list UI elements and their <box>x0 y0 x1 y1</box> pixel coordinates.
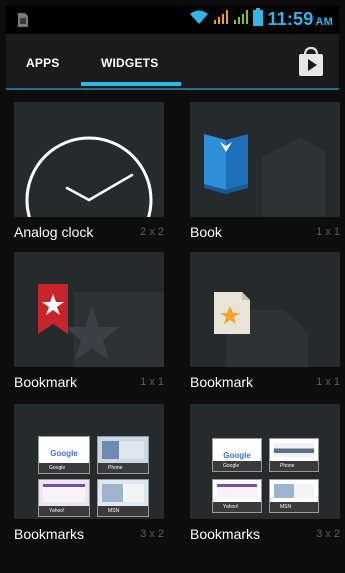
widgets-grid: Analog clock 2 x 2 Book 1 x 1 Bookmark 1… <box>6 92 340 573</box>
tab-apps[interactable]: APPS <box>26 56 59 70</box>
bookmark-thumb-phone: Phone <box>97 436 149 474</box>
widget-name: Bookmarks <box>14 526 85 542</box>
book-icon <box>204 134 248 194</box>
widget-size: 1 x 1 <box>140 376 164 388</box>
signal-green-icon <box>233 9 249 30</box>
tab-bar: APPS WIDGETS <box>6 34 339 90</box>
status-clock: 11:59 AM <box>267 9 333 30</box>
widget-name: Bookmark <box>190 374 254 390</box>
widget-name: Book <box>190 224 222 240</box>
play-store-button[interactable] <box>297 46 325 78</box>
bookmark-thumb-msn: MSN <box>97 479 149 517</box>
widget-name: Analog clock <box>14 224 94 240</box>
bookmark-thumb-msn: MSN <box>269 479 319 513</box>
widget-size: 3 x 2 <box>140 528 164 540</box>
widget-analog-clock[interactable]: Analog clock 2 x 2 <box>14 102 164 247</box>
widget-name: Bookmark <box>14 374 78 390</box>
widget-preview: Google Google Phone Yahoo! MSN <box>190 404 340 519</box>
widget-size: 1 x 1 <box>316 376 340 388</box>
widget-preview <box>14 102 164 217</box>
status-bar: 11:59 AM <box>6 6 339 34</box>
widget-bookmark[interactable]: Bookmark 1 x 1 <box>14 252 164 397</box>
widget-bookmark-page[interactable]: Bookmark 1 x 1 <box>190 252 340 397</box>
play-store-icon <box>299 46 323 76</box>
widget-bookmarks[interactable]: Google Google Phone Yahoo! MSN Bookmarks… <box>190 404 340 549</box>
bookmark-thumb-google: Google Google <box>212 438 262 472</box>
widget-book[interactable]: Book 1 x 1 <box>190 102 340 247</box>
tab-widgets[interactable]: WIDGETS <box>101 56 158 70</box>
tab-selected-indicator <box>81 82 181 86</box>
analog-clock-icon <box>25 136 153 217</box>
widget-bookmarks[interactable]: Google Google Phone Yahoo! MSN Bookmarks… <box>14 404 164 549</box>
signal-orange-icon <box>213 9 229 30</box>
widget-size: 2 x 2 <box>140 226 164 238</box>
widget-size: 3 x 2 <box>316 528 340 540</box>
clock-time: 11:59 <box>267 9 314 29</box>
widget-preview: Google Google Phone Yahoo! MSN <box>14 404 164 519</box>
bookmark-thumb-phone: Phone <box>269 438 319 472</box>
widget-preview <box>14 252 164 367</box>
wifi-icon <box>189 9 209 30</box>
tab-bar-divider <box>6 88 339 90</box>
bookmark-star-icon <box>38 284 68 334</box>
bookmark-thumb-yahoo: Yahoo! <box>38 479 90 517</box>
bookmark-thumb-yahoo: Yahoo! <box>212 479 262 513</box>
widget-preview <box>190 102 340 217</box>
bookmark-page-icon <box>214 292 250 334</box>
bookmark-thumb-google: Google Google <box>38 436 90 474</box>
widget-preview <box>190 252 340 367</box>
widget-name: Bookmarks <box>190 526 261 542</box>
widget-size: 1 x 1 <box>316 226 340 238</box>
battery-icon <box>253 8 264 31</box>
clock-ampm: AM <box>315 16 333 28</box>
sim-icon <box>16 12 30 33</box>
